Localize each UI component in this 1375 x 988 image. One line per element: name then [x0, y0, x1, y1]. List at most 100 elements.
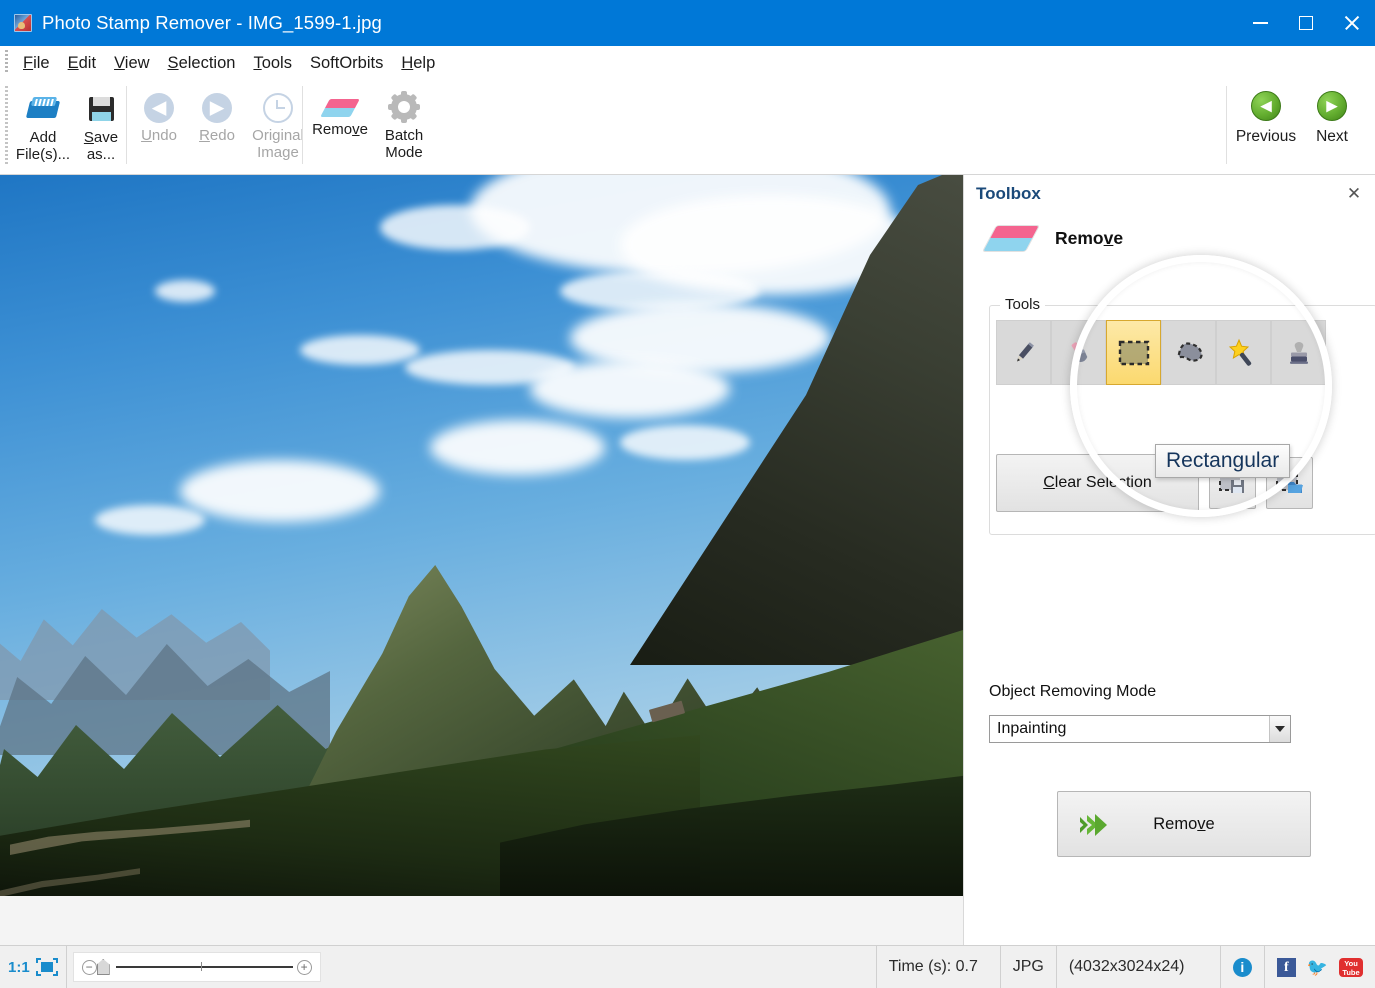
menu-item-tools[interactable]: Tools — [244, 51, 301, 76]
app-photo-icon — [14, 14, 32, 32]
brush-eraser-icon — [1064, 338, 1094, 368]
maximize-button[interactable] — [1283, 0, 1329, 46]
tool-rectangular[interactable] — [1106, 320, 1161, 385]
add-files-button[interactable]: Add File(s)... — [14, 84, 72, 163]
remove-toolbar-button[interactable]: Remove — [308, 84, 372, 138]
zoom-slider-track[interactable] — [116, 966, 293, 968]
social-links: f 🐦 You Tube — [1265, 958, 1375, 977]
object-removing-mode-select[interactable]: Inpainting — [989, 715, 1291, 743]
undo-label: Undo — [141, 127, 177, 144]
toolbox-body: Remove Tools — [983, 213, 1375, 945]
application-window: Photo Stamp Remover - IMG_1599-1.jpg Fil… — [0, 0, 1375, 988]
facebook-icon[interactable]: f — [1277, 958, 1296, 977]
status-bar: 1:1 − + Time (s): 0.7 JPG (4032x3024x24)… — [0, 945, 1375, 988]
info-icon[interactable]: i — [1233, 958, 1252, 977]
fit-to-window-icon[interactable] — [36, 958, 58, 976]
menu-label-edit-rest: dit — [79, 54, 96, 72]
remove-action-button[interactable]: Remove — [1057, 791, 1311, 857]
zoom-slider[interactable]: − + — [73, 952, 321, 982]
cloud — [180, 460, 380, 522]
tool-pencil[interactable] — [996, 320, 1051, 385]
menu-item-edit[interactable]: Edit — [59, 51, 105, 76]
menu-item-selection[interactable]: Selection — [159, 51, 245, 76]
save-as-button[interactable]: Saveas... — [72, 84, 130, 163]
pencil-icon — [1009, 338, 1039, 368]
green-double-arrow-icon — [1076, 810, 1116, 840]
menu-item-softorbits[interactable]: SoftOrbits — [301, 51, 392, 76]
minimize-button[interactable] — [1237, 0, 1283, 46]
floppy-disk-icon — [84, 91, 118, 125]
previous-button[interactable]: ◀ Previous — [1233, 84, 1299, 145]
window-title: Photo Stamp Remover - IMG_1599-1.jpg — [42, 12, 382, 34]
arrow-left-circle-icon: ◀ — [144, 93, 174, 123]
clear-selection-label: Clear Selection — [1043, 474, 1152, 492]
previous-label: Previous — [1236, 128, 1296, 145]
toolbar-separator-3 — [1226, 86, 1227, 164]
menu-grip — [5, 50, 8, 74]
tool-lasso[interactable] — [1161, 320, 1216, 385]
menu-item-file[interactable]: File — [14, 51, 59, 76]
zoom-ratio-label[interactable]: 1:1 — [8, 959, 36, 976]
undo-button[interactable]: ◀ Undo — [130, 84, 188, 144]
next-button[interactable]: ▶ Next — [1299, 84, 1365, 145]
green-arrow-right-icon: ▶ — [1317, 91, 1347, 121]
cloud — [430, 420, 605, 475]
batch-mode-label: Batch Mode — [385, 127, 423, 161]
zoom-in-button[interactable]: + — [297, 960, 312, 975]
menu-item-help[interactable]: Help — [392, 51, 444, 76]
original-image-label: Original Image — [252, 127, 304, 161]
tool-stamp[interactable] — [1271, 320, 1326, 385]
magic-wand-icon — [1228, 338, 1260, 368]
chevron-down-icon[interactable] — [1269, 716, 1290, 742]
menu-label-help-rest: elp — [413, 54, 435, 72]
menu-item-view[interactable]: View — [105, 51, 158, 76]
menu-bar: File Edit View Selection Tools SoftOrbit… — [0, 46, 1375, 80]
cloud — [620, 425, 750, 460]
toolbar-separator-1 — [126, 86, 127, 164]
clock-history-icon — [263, 93, 293, 123]
photo-image[interactable]: SHOT ON MI 9T AI TRIPLE CAMERA — [0, 175, 963, 896]
zoom-out-button[interactable]: − — [82, 960, 97, 975]
menu-label-selection-rest: election — [179, 54, 236, 72]
toolbox-header: Toolbox ✕ — [964, 175, 1375, 213]
info-cell[interactable]: i — [1221, 946, 1265, 988]
save-as-label: Saveas... — [84, 129, 118, 163]
green-arrow-left-icon: ◀ — [1251, 91, 1281, 121]
close-button[interactable] — [1329, 0, 1375, 46]
title-bar: Photo Stamp Remover - IMG_1599-1.jpg — [0, 0, 1375, 46]
object-removing-mode-value: Inpainting — [990, 720, 1066, 738]
add-files-label: Add File(s)... — [16, 129, 70, 163]
rectangular-selection-icon — [1118, 340, 1150, 366]
tool-brush[interactable] — [1051, 320, 1106, 385]
toolbar: Add File(s)... Saveas... ◀ Undo ▶ Redo O… — [0, 80, 1375, 175]
remove-section-header: Remove — [983, 213, 1375, 262]
zoom-slider-handle[interactable] — [97, 959, 110, 975]
tools-groupbox: Tools — [989, 305, 1375, 535]
menu-label-file-rest: ile — [33, 54, 50, 72]
cloud — [95, 505, 205, 535]
tool-magic-wand[interactable] — [1216, 320, 1271, 385]
youtube-icon[interactable]: You Tube — [1339, 958, 1363, 977]
next-label: Next — [1316, 128, 1348, 145]
redo-button[interactable]: ▶ Redo — [188, 84, 246, 144]
menu-label-view-rest: iew — [125, 54, 150, 72]
object-removing-mode-label: Object Removing Mode — [989, 683, 1156, 701]
remove-action-label: Remove — [1153, 815, 1214, 834]
tools-row — [996, 320, 1326, 385]
eraser-icon — [982, 225, 1040, 252]
original-image-button[interactable]: Original Image — [246, 84, 310, 161]
time-cell: Time (s): 0.7 — [877, 946, 1001, 988]
batch-mode-button[interactable]: Batch Mode — [372, 84, 436, 161]
twitter-icon[interactable]: 🐦 — [1307, 958, 1328, 977]
close-icon — [1343, 14, 1361, 32]
cloud — [300, 335, 420, 365]
minimize-icon — [1253, 22, 1268, 24]
redo-label: Redo — [199, 127, 235, 144]
tools-group-label: Tools — [1000, 296, 1045, 313]
eraser-icon — [320, 99, 360, 117]
image-canvas[interactable]: SHOT ON MI 9T AI TRIPLE CAMERA — [0, 175, 963, 945]
maximize-icon — [1299, 16, 1313, 30]
toolbox-close-icon[interactable]: ✕ — [1343, 183, 1365, 205]
cloud — [155, 280, 215, 302]
status-spacer — [321, 946, 877, 988]
